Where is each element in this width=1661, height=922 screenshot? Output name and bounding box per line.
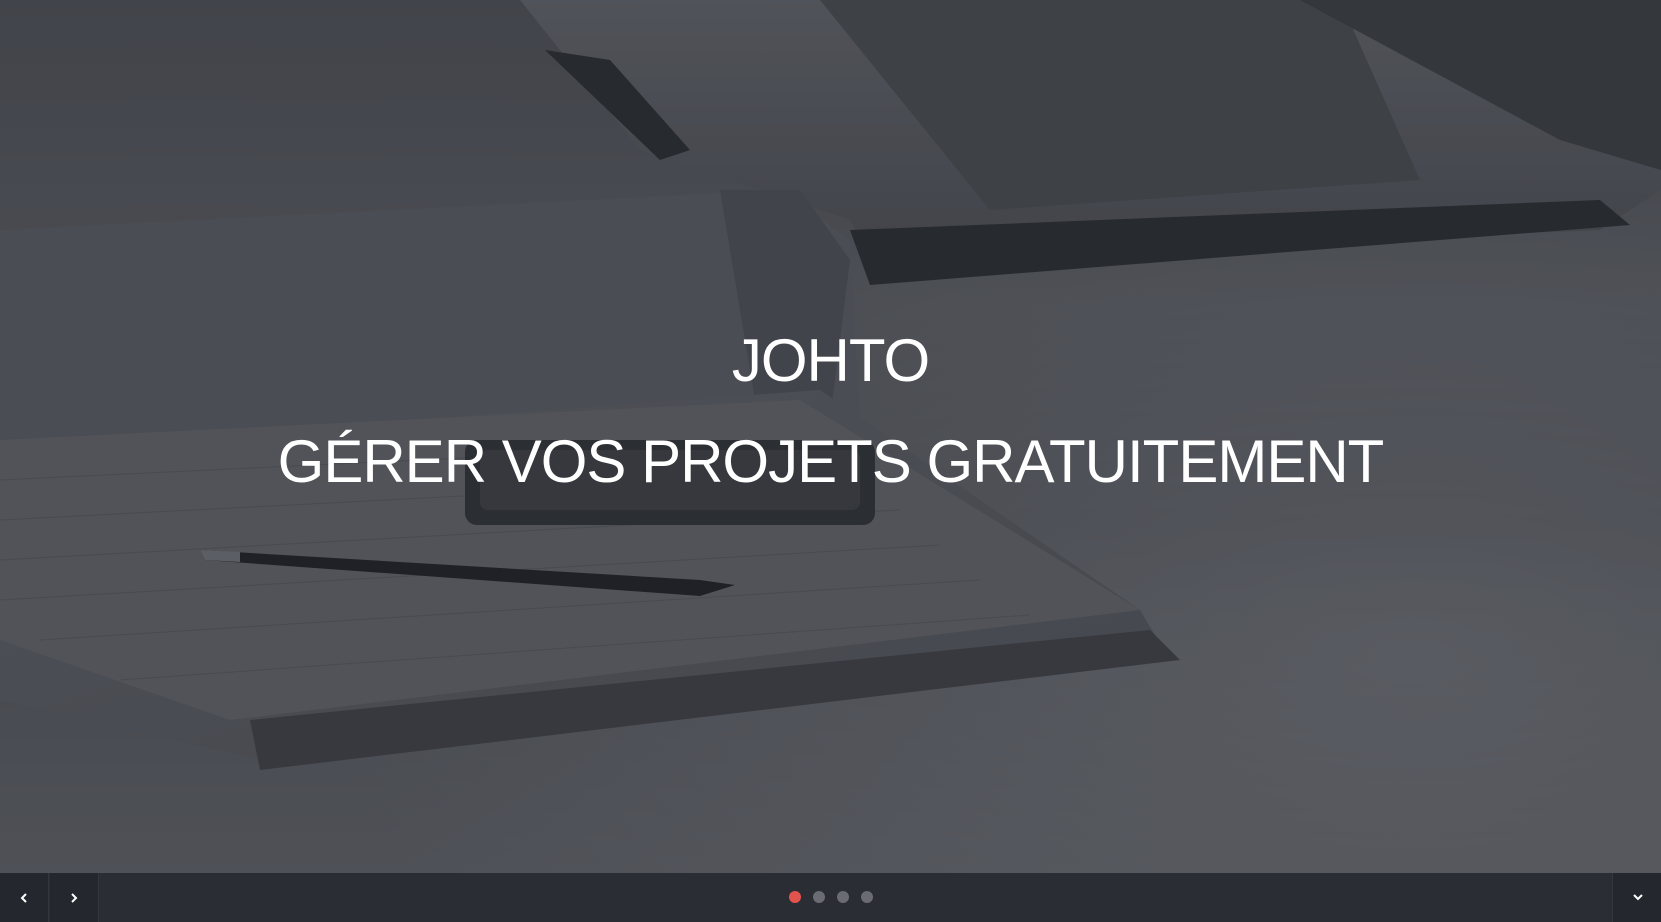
slide-dot-1[interactable] xyxy=(789,891,801,903)
hero-section: JOHTO GÉRER VOS PROJETS GRATUITEMENT xyxy=(0,0,1661,873)
hero-subtitle: GÉRER VOS PROJETS GRATUITEMENT xyxy=(277,428,1385,495)
carousel-controls-bar xyxy=(0,873,1661,922)
slide-dot-3[interactable] xyxy=(837,891,849,903)
slide-dot-4[interactable] xyxy=(861,891,873,903)
chevron-down-icon xyxy=(1633,894,1643,901)
slide-dot-2[interactable] xyxy=(813,891,825,903)
chevron-right-icon xyxy=(71,893,78,903)
chevron-left-icon xyxy=(20,893,27,903)
hero-title: JOHTO xyxy=(731,327,930,394)
previous-slide-button[interactable] xyxy=(0,873,49,922)
next-slide-button[interactable] xyxy=(50,873,99,922)
scroll-down-button[interactable] xyxy=(1612,873,1661,922)
